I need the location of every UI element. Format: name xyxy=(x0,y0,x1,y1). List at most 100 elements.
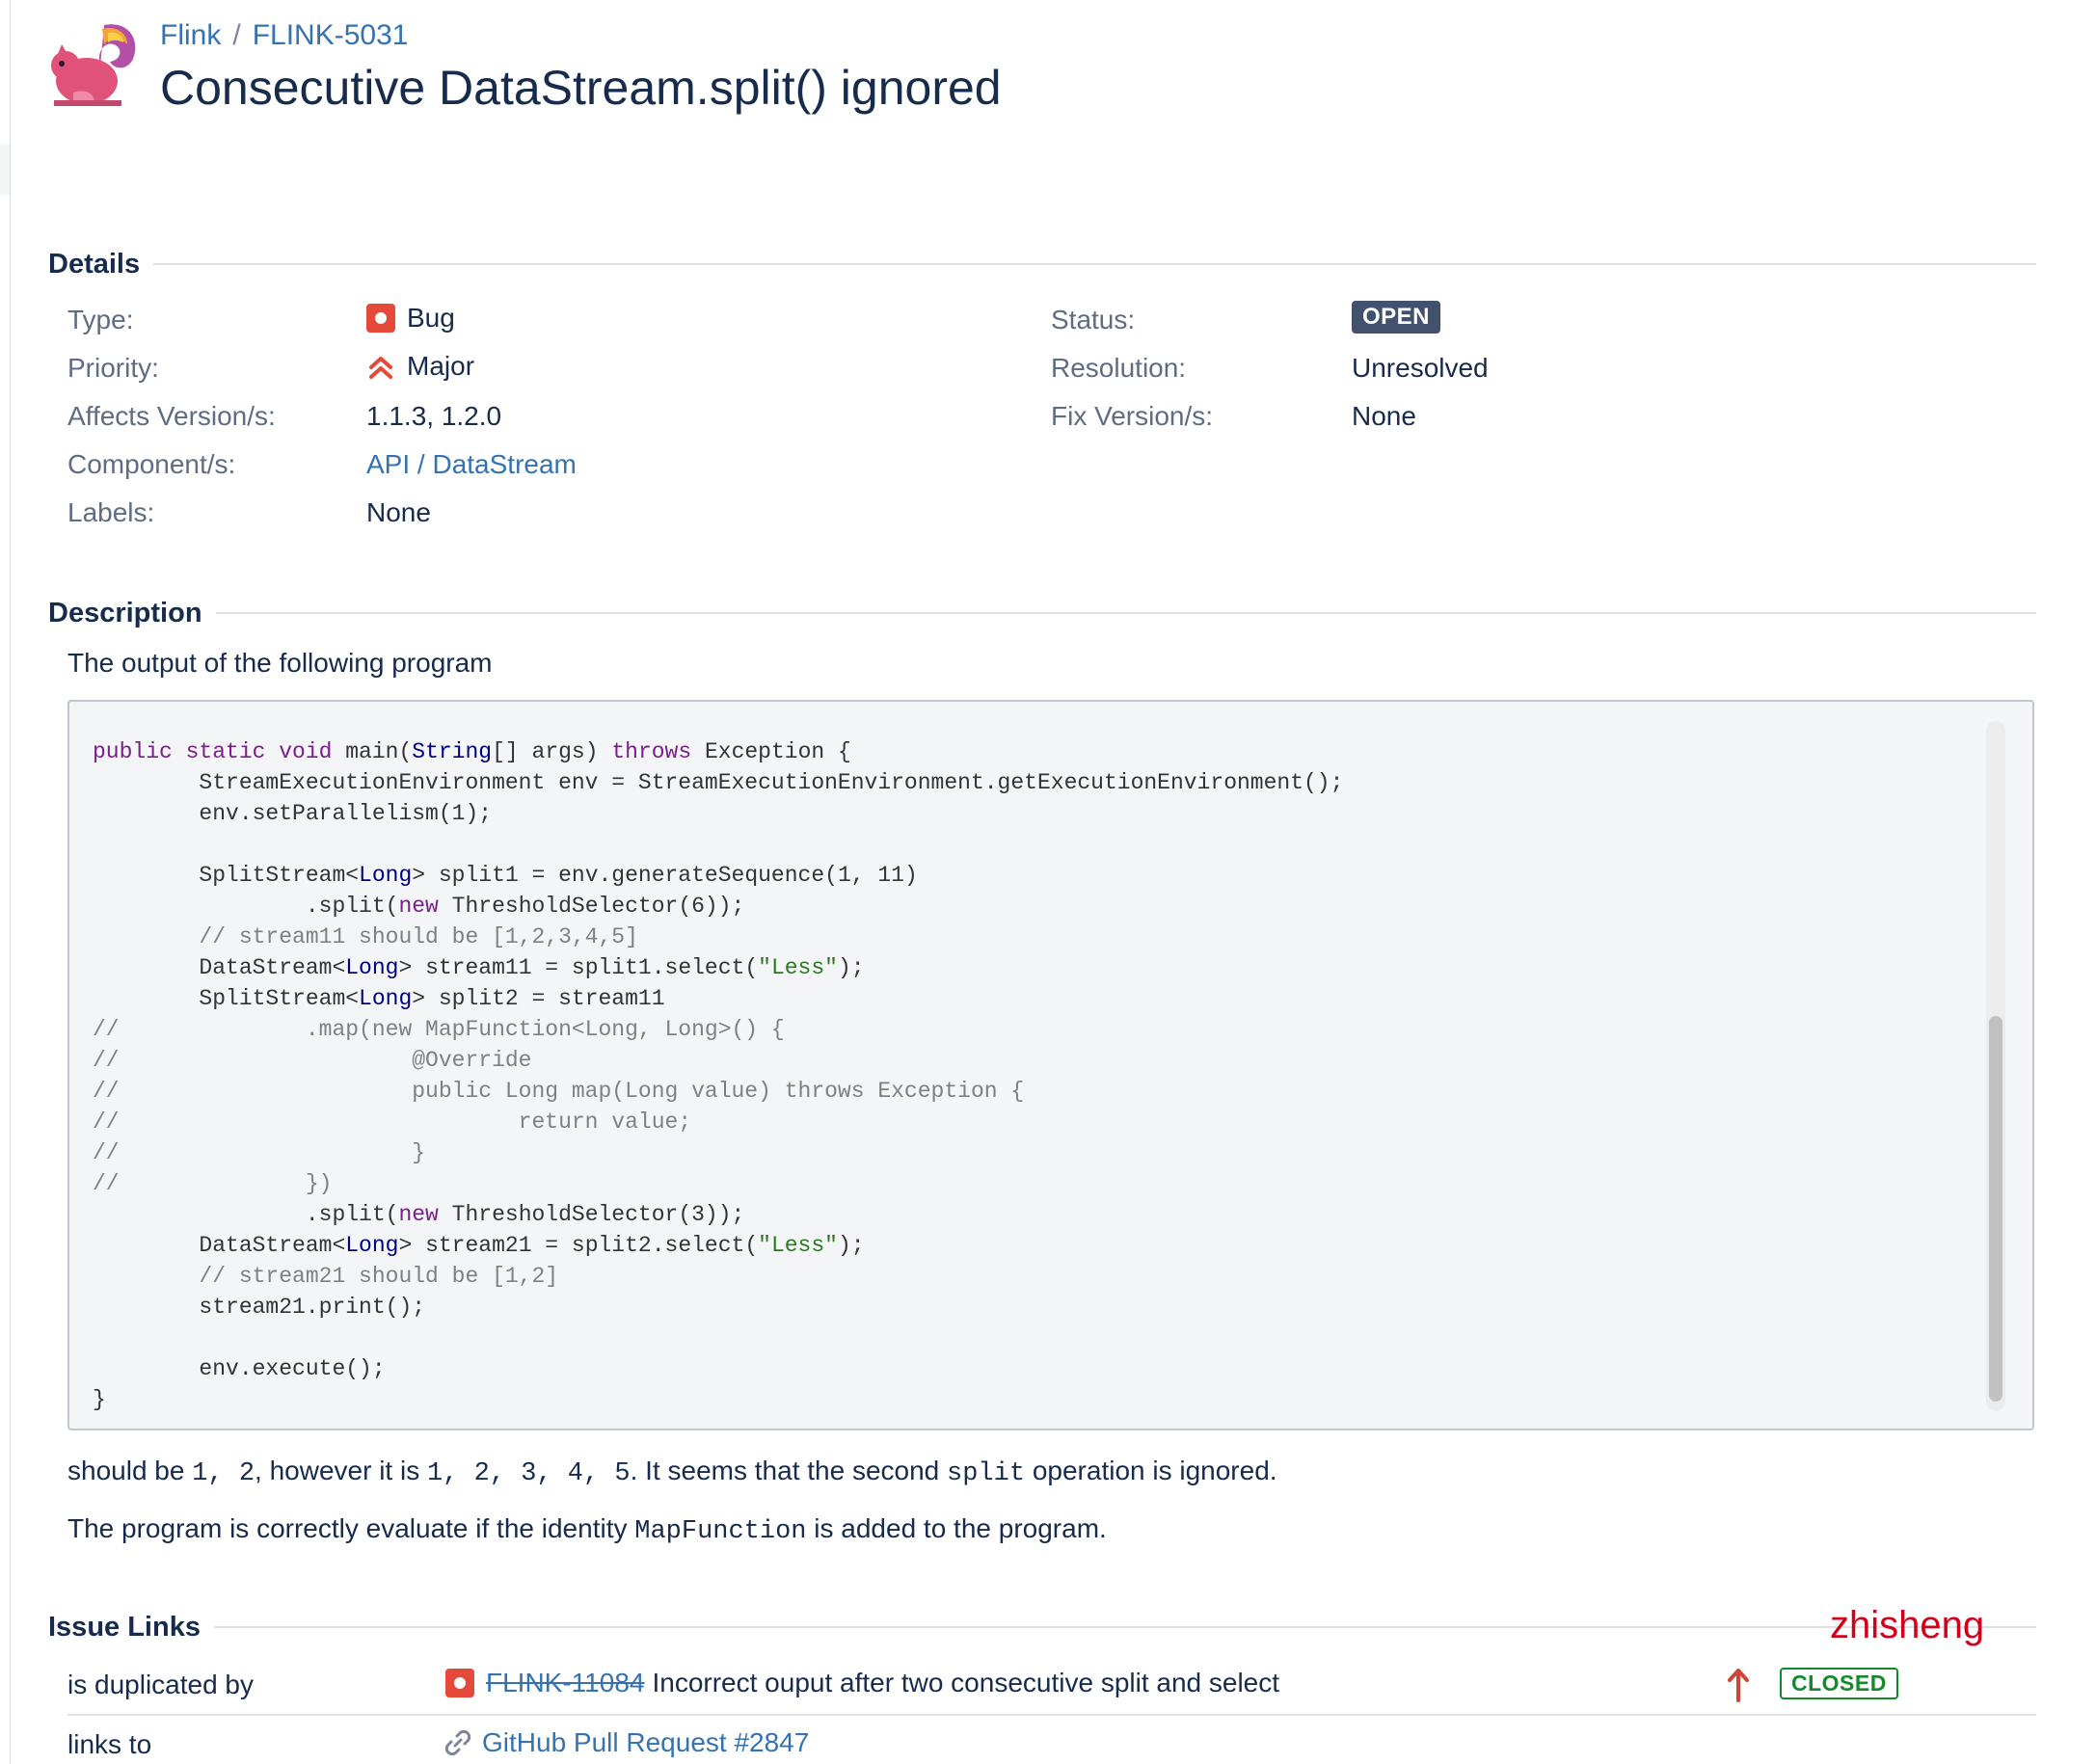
description-section-header[interactable]: Description xyxy=(48,594,2036,632)
code-token: // stream11 should be [1,2,3,4,5] xyxy=(93,924,638,949)
code-token: ThresholdSelector(6)); xyxy=(438,894,745,919)
code-token: throws xyxy=(611,739,692,764)
breadcrumb-project-link[interactable]: Flink xyxy=(160,19,221,51)
priority-up-arrow-icon xyxy=(1728,1669,1749,1702)
details-heading[interactable]: Details xyxy=(48,249,153,281)
issue-links-heading[interactable]: Issue Links xyxy=(48,1612,214,1644)
inline-code: 1, 2 xyxy=(192,1459,255,1488)
code-token: SplitStream< xyxy=(93,986,360,1011)
code-token: // public Long map(Long value) throws Ex… xyxy=(93,1079,1025,1104)
breadcrumb-issue-key-link[interactable]: FLINK-5031 xyxy=(253,19,409,51)
project-avatar-squirrel-icon[interactable] xyxy=(46,15,143,112)
github-pull-request-link[interactable]: GitHub Pull Request #2847 xyxy=(482,1727,809,1758)
status-badge[interactable]: OPEN xyxy=(1352,301,1441,334)
description-heading[interactable]: Description xyxy=(48,598,216,629)
text: is added to the program. xyxy=(806,1513,1107,1543)
code-token: // @Override xyxy=(93,1048,532,1073)
link-chain-icon xyxy=(444,1729,471,1756)
code-token: env.setParallelism(1); xyxy=(93,801,493,826)
code-line: // return value; xyxy=(93,1109,691,1135)
type-label: Type: xyxy=(67,305,134,334)
breadcrumb-separator: / xyxy=(232,19,241,51)
code-line: SplitStream<Long> split1 = env.generateS… xyxy=(93,863,918,888)
status-label: Status: xyxy=(1051,305,1136,334)
resolution-label: Resolution: xyxy=(1051,353,1187,383)
left-sidebar-edge xyxy=(0,0,11,1764)
code-token: [] args) xyxy=(492,739,612,764)
text: operation is ignored. xyxy=(1025,1456,1277,1485)
resolution-value: Unresolved xyxy=(1352,353,1489,383)
code-line: stream21.print(); xyxy=(93,1295,425,1320)
code-token: new xyxy=(398,1202,439,1227)
breadcrumb: Flink / FLINK-5031 xyxy=(160,19,408,52)
code-token: } xyxy=(93,1387,106,1412)
linked-issue-status-badge[interactable]: CLOSED xyxy=(1780,1668,1898,1699)
code-line: } xyxy=(93,1387,106,1412)
code-line: // public Long map(Long value) throws Ex… xyxy=(93,1079,1024,1104)
code-token: Long xyxy=(345,1233,399,1258)
code-token: > stream11 = split1.select( xyxy=(398,955,759,980)
code-token: String xyxy=(412,739,493,764)
text: . It seems that the second xyxy=(630,1456,948,1485)
code-token: ); xyxy=(837,1233,865,1258)
link-relation-duplicated-by: is duplicated by xyxy=(67,1670,255,1699)
code-line: public static void main(String[] args) t… xyxy=(93,739,851,764)
description-paragraph-1: should be 1, 2, however it is 1, 2, 3, 4… xyxy=(67,1456,1277,1488)
code-token: Long xyxy=(359,986,413,1011)
type-value-text: Bug xyxy=(407,303,455,333)
link-relation-links-to: links to xyxy=(67,1729,152,1759)
code-line: DataStream<Long> stream21 = split2.selec… xyxy=(93,1233,865,1258)
component-link[interactable]: API / DataStream xyxy=(366,449,577,480)
text: The program is correctly evaluate if the… xyxy=(67,1513,635,1543)
code-token: SplitStream< xyxy=(93,863,360,888)
code-line: // stream11 should be [1,2,3,4,5] xyxy=(93,924,638,949)
code-token: // return value; xyxy=(93,1109,692,1135)
code-line: // stream21 should be [1,2] xyxy=(93,1264,558,1289)
code-token: > split1 = env.generateSequence(1, 11) xyxy=(412,863,918,888)
inline-code: split xyxy=(947,1459,1026,1488)
priority-label: Priority: xyxy=(67,353,159,383)
sidebar-collapse-handle[interactable] xyxy=(0,145,11,195)
code-token: ThresholdSelector(3)); xyxy=(438,1202,745,1227)
code-line: DataStream<Long> stream11 = split1.selec… xyxy=(93,955,864,980)
fix-versions-value: None xyxy=(1352,401,1416,431)
linked-issue-key-link[interactable]: FLINK-11084 xyxy=(486,1668,644,1698)
code-token: env.execute(); xyxy=(93,1356,386,1381)
code-token: Long xyxy=(359,863,413,888)
code-scrollbar-thumb[interactable] xyxy=(1989,1016,2002,1402)
linked-issue-summary-link[interactable]: Incorrect ouput after two consecutive sp… xyxy=(652,1668,1279,1698)
code-line: env.execute(); xyxy=(93,1356,386,1381)
inline-code: 1, 2, 3, 4, 5 xyxy=(426,1459,631,1488)
code-token: // .map(new MapFunction<Long, Long>() { xyxy=(93,1017,785,1042)
code-scrollbar[interactable] xyxy=(1986,721,2005,1411)
labels-label: Labels: xyxy=(67,497,155,527)
code-line: // }) xyxy=(93,1171,332,1196)
code-token: // stream21 should be [1,2] xyxy=(93,1264,559,1289)
code-token: .split( xyxy=(93,894,399,919)
code-token: DataStream< xyxy=(93,955,346,980)
linked-issue: FLINK-11084 Incorrect ouput after two co… xyxy=(445,1668,1279,1698)
code-token: .split( xyxy=(93,1202,399,1227)
affects-versions-value: 1.1.3, 1.2.0 xyxy=(366,401,502,431)
code-token: new xyxy=(398,894,439,919)
bug-icon xyxy=(366,304,395,333)
text: should be xyxy=(67,1456,193,1485)
code-line: .split(new ThresholdSelector(3)); xyxy=(93,1202,745,1227)
code-token: StreamExecutionEnvironment env = StreamE… xyxy=(93,770,1344,795)
type-value: Bug xyxy=(366,303,455,334)
priority-value-text: Major xyxy=(407,351,475,381)
code-token: stream21.print(); xyxy=(93,1295,426,1320)
text: , however it is xyxy=(255,1456,427,1485)
components-label: Component/s: xyxy=(67,449,236,479)
code-panel: public static void main(String[] args) t… xyxy=(67,700,2034,1430)
code-token: Long xyxy=(345,955,399,980)
details-section-header[interactable]: Details xyxy=(48,245,2036,283)
issue-title[interactable]: Consecutive DataStream.split() ignored xyxy=(160,60,1002,116)
code-block: public static void main(String[] args) t… xyxy=(93,736,1343,1415)
issue-links-section-header[interactable]: Issue Links xyxy=(48,1608,2036,1646)
bug-icon xyxy=(445,1669,474,1697)
link-row-divider xyxy=(67,1714,2036,1716)
code-token: Exception { xyxy=(691,739,851,764)
priority-major-icon xyxy=(369,357,392,379)
code-line: SplitStream<Long> split2 = stream11 xyxy=(93,986,664,1011)
